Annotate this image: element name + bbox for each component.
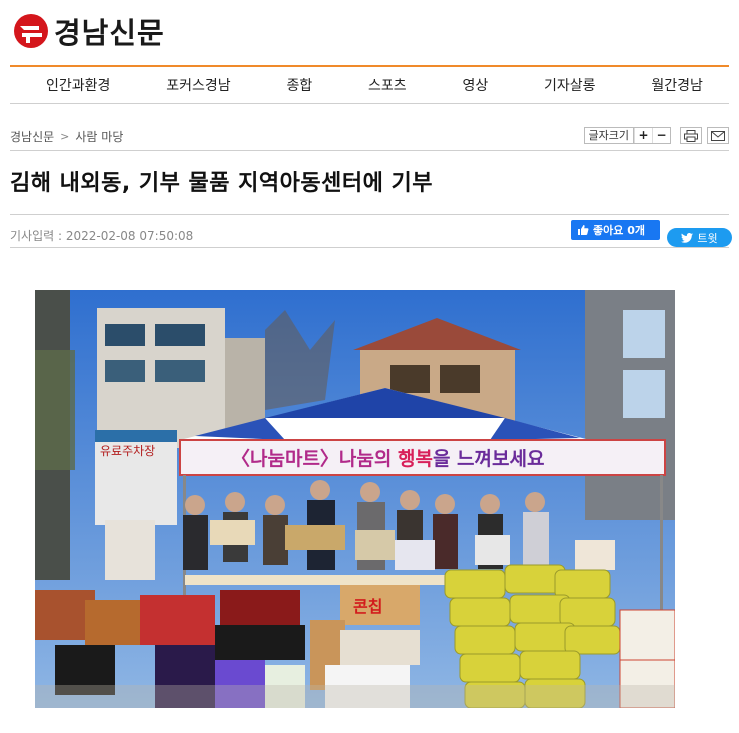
box-label-text: 콘칩 [353,597,382,616]
font-size-label: 글자크기 [585,128,634,143]
breadcrumb: 경남신문 > 사람 마당 [10,128,123,145]
font-decrease-button[interactable]: − [652,128,670,143]
site-logo[interactable]: 경남신문 [12,10,165,52]
nav-item-general[interactable]: 종합 [286,75,312,95]
article-photo: 유료주차장 〈나눔마트〉나눔의 행복을 느껴보세요 콘칩 [35,290,675,708]
facebook-like-button[interactable]: 좋아요 0개 [571,220,660,240]
nav-bottom-border [10,103,729,104]
breadcrumb-section[interactable]: 사람 마당 [75,128,123,145]
divider [10,150,729,151]
article-title: 김해 내외동, 기부 물품 지역아동센터에 기부 [10,171,433,196]
twitter-bird-icon [681,232,694,243]
breadcrumb-separator: > [60,130,70,143]
main-nav: 인간과환경 포커스경남 종합 스포츠 영상 기자살롱 월간경남 [10,67,729,103]
font-increase-button[interactable]: + [634,128,652,143]
like-label: 좋아요 0개 [593,224,645,237]
nav-item-video[interactable]: 영상 [462,75,488,95]
svg-text:〈나눔마트〉나눔의 행복을 느껴보세요: 〈나눔마트〉나눔의 행복을 느껴보세요 [231,447,544,470]
tweet-button[interactable]: 트윗 [667,228,732,247]
nav-item-sports[interactable]: 스포츠 [368,75,407,95]
article-date: 기사입력 : 2022-02-08 07:50:08 [10,229,194,243]
logo-mark-icon [12,12,50,50]
font-size-control: 글자크기 + − [583,127,671,144]
email-icon[interactable] [707,127,729,144]
divider [10,247,729,248]
banner-text-2: 행복 [398,448,433,470]
nav-item-focus[interactable]: 포커스경남 [166,75,230,95]
article-tools: 글자크기 + − [583,127,729,144]
donation-event-photo: 유료주차장 〈나눔마트〉나눔의 행복을 느껴보세요 콘칩 [35,290,675,708]
nav-item-monthly[interactable]: 월간경남 [651,75,703,95]
breadcrumb-home[interactable]: 경남신문 [10,128,54,145]
divider [10,214,729,215]
logo-text: 경남신문 [54,16,165,50]
banner-text-3: 을 느껴보세요 [433,448,545,470]
nav-item-reporter-salon[interactable]: 기자살롱 [544,75,596,95]
parking-sign-text: 유료주차장 [100,444,155,458]
banner-text-1: 〈나눔마트〉나눔의 [231,447,398,470]
nav-item-environment[interactable]: 인간과환경 [46,75,110,95]
print-icon[interactable] [680,127,702,144]
thumbs-up-icon [578,225,589,235]
tweet-label: 트윗 [697,231,718,245]
